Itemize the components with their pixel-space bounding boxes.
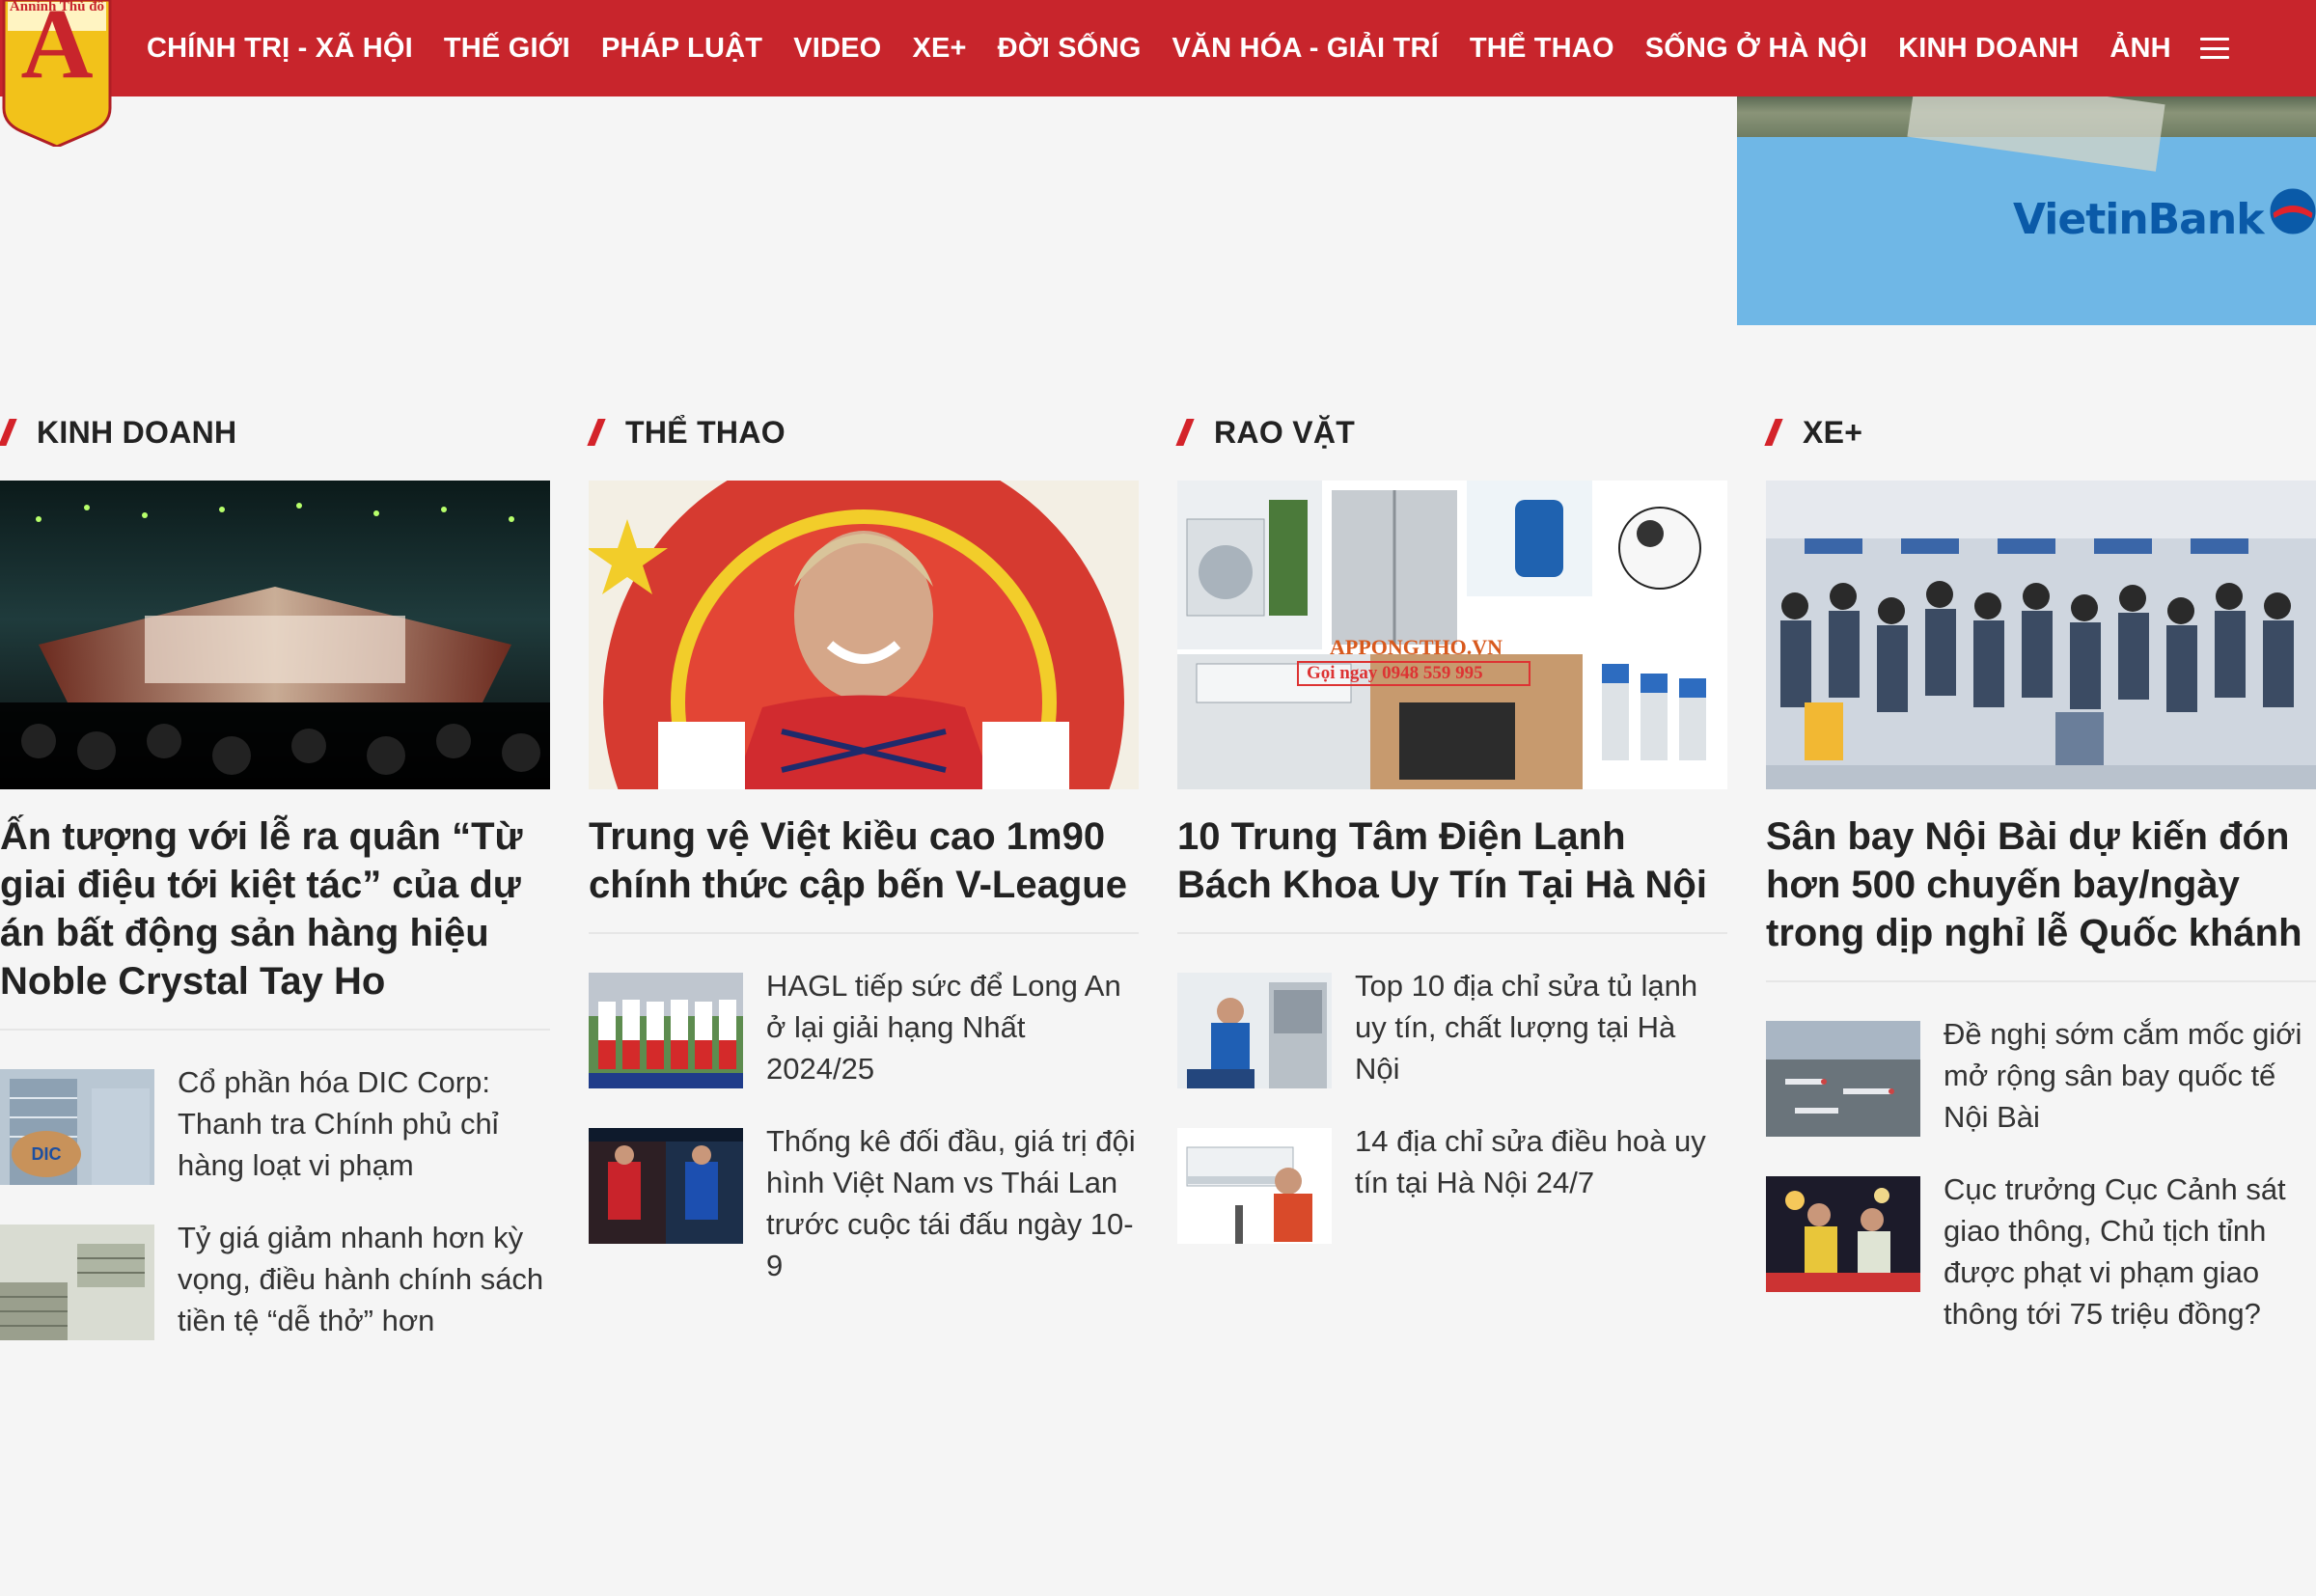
list-item-title[interactable]: Đề nghị sớm cắm mốc giới mở rộng sân bay…: [1944, 1013, 2316, 1138]
list-item[interactable]: Cục trưởng Cục Cảnh sát giao thông, Chủ …: [1766, 1172, 2316, 1335]
match-graphic-image[interactable]: [589, 1128, 743, 1244]
list-item[interactable]: Top 10 địa chỉ sửa tủ lạnh uy tín, chất …: [1177, 969, 1727, 1089]
concert-stage-image[interactable]: [0, 481, 550, 789]
section-header-rao-vat[interactable]: RAO VẶT: [1175, 405, 1727, 459]
list-item[interactable]: DIC Cổ phần hóa DIC Corp: Thanh tra Chín…: [0, 1065, 550, 1186]
lead-article-title[interactable]: Trung vệ Việt kiều cao 1m90 chính thức c…: [589, 812, 1139, 934]
team-photo-image[interactable]: [589, 973, 743, 1088]
lead-article-title[interactable]: 10 Trung Tâm Điện Lạnh Bách Khoa Uy Tín …: [1177, 812, 1727, 934]
section-header-the-thao[interactable]: THỂ THAO: [587, 405, 1139, 459]
dic-building-image[interactable]: DIC: [0, 1069, 154, 1185]
list-item-title[interactable]: Cục trưởng Cục Cảnh sát giao thông, Chủ …: [1944, 1169, 2316, 1335]
nav-item-van-hoa-giai-tri[interactable]: VĂN HÓA - GIẢI TRÍ: [1172, 33, 1438, 65]
logo-text: Anninh Thủ đô: [9, 0, 105, 14]
fridge-repair-image[interactable]: [1177, 973, 1332, 1088]
section-slash-icon: [587, 419, 606, 446]
section-title[interactable]: THỂ THAO: [625, 415, 786, 451]
nav-item-xe[interactable]: XE+: [912, 33, 966, 65]
list-item-title[interactable]: 14 địa chỉ sửa điều hoà uy tín tại Hà Nộ…: [1355, 1120, 1727, 1244]
section-slash-icon: [0, 419, 17, 446]
section-header-kinh-doanh[interactable]: KINH DOANH: [0, 405, 550, 459]
main-menu: CHÍNH TRỊ - XÃ HỘI THẾ GIỚI PHÁP LUẬT VI…: [147, 0, 2229, 96]
nav-item-video[interactable]: VIDEO: [793, 33, 881, 65]
banner-aerial-road: [1907, 96, 2165, 172]
hamburger-icon[interactable]: [2199, 38, 2229, 59]
vietinbank-emblem-icon: [2270, 188, 2316, 234]
site-logo[interactable]: A Anninh Thủ đô: [0, 0, 114, 147]
image-phone-text: Gọi ngay 0948 559 995: [1307, 663, 1483, 683]
list-item-title[interactable]: HAGL tiếp sức để Long An ở lại giải hạng…: [766, 965, 1139, 1089]
aircon-repair-image[interactable]: [1177, 1128, 1332, 1244]
column-the-thao: THỂ THAO Trung vệ Việt kiều cao 1m90 chí…: [587, 405, 1139, 1286]
section-title[interactable]: RAO VẶT: [1214, 415, 1355, 451]
section-title[interactable]: KINH DOANH: [37, 415, 236, 451]
banner-ad[interactable]: VietinBank: [1737, 96, 2316, 325]
nav-item-anh[interactable]: ẢNH: [2109, 33, 2170, 65]
list-item-title[interactable]: Cổ phần hóa DIC Corp: Thanh tra Chính ph…: [178, 1061, 550, 1186]
list-item-title[interactable]: Tỷ giá giảm nhanh hơn kỳ vọng, điều hành…: [178, 1217, 550, 1341]
banner-brand-text: VietinBank: [2013, 195, 2264, 244]
lead-article-title[interactable]: Sân bay Nội Bài dự kiến đón hơn 500 chuy…: [1766, 812, 2316, 982]
list-item[interactable]: 14 địa chỉ sửa điều hoà uy tín tại Hà Nộ…: [1177, 1124, 1727, 1244]
svg-text:A: A: [20, 0, 93, 99]
image-caption: APPONGTHO.VN: [1330, 635, 1503, 659]
footballer-portrait-image[interactable]: [589, 481, 1139, 789]
column-kinh-doanh: KINH DOANH Ấn tượng với lễ ra quân “Từ g…: [0, 405, 550, 1341]
column-rao-vat: RAO VẶT APPONGTHO.VN Gọi ngay 0948 559 9…: [1175, 405, 1727, 1244]
section-slash-icon: [1175, 419, 1195, 446]
nav-item-phap-luat[interactable]: PHÁP LUẬT: [601, 33, 762, 65]
banner-brand-logo: VietinBank: [2013, 188, 2316, 244]
appliances-collage-image[interactable]: APPONGTHO.VN Gọi ngay 0948 559 995: [1177, 481, 1727, 789]
list-item[interactable]: Đề nghị sớm cắm mốc giới mở rộng sân bay…: [1766, 1017, 2316, 1138]
airport-crowd-image[interactable]: [1766, 481, 2316, 789]
nav-item-doi-song[interactable]: ĐỜI SỐNG: [998, 33, 1142, 65]
section-header-xe[interactable]: XE+: [1764, 405, 2316, 459]
nav-item-the-gioi[interactable]: THẾ GIỚI: [444, 33, 570, 65]
top-navbar: CHÍNH TRỊ - XÃ HỘI THẾ GIỚI PHÁP LUẬT VI…: [0, 0, 2316, 96]
airport-apron-image[interactable]: [1766, 1021, 1920, 1137]
nav-item-kinh-doanh[interactable]: KINH DOANH: [1898, 33, 2079, 65]
svg-text:DIC: DIC: [32, 1144, 62, 1164]
list-item[interactable]: Thống kê đối đầu, giá trị đội hình Việt …: [589, 1124, 1139, 1286]
section-title[interactable]: XE+: [1803, 415, 1862, 451]
list-item-title[interactable]: Top 10 địa chỉ sửa tủ lạnh uy tín, chất …: [1355, 965, 1727, 1089]
lead-article-title[interactable]: Ấn tượng với lễ ra quân “Từ giai điệu tớ…: [0, 812, 550, 1031]
nav-item-song-o-ha-noi[interactable]: SỐNG Ở HÀ NỘI: [1645, 33, 1867, 65]
section-slash-icon: [1764, 419, 1783, 446]
list-item[interactable]: Tỷ giá giảm nhanh hơn kỳ vọng, điều hành…: [0, 1221, 550, 1341]
column-xe: XE+ Sân bay Nội Bài dự kiến đón hơn 500 …: [1764, 405, 2316, 1335]
nav-item-chinh-tri-xa-hoi[interactable]: CHÍNH TRỊ - XÃ HỘI: [147, 33, 413, 65]
list-item-title[interactable]: Thống kê đối đầu, giá trị đội hình Việt …: [766, 1120, 1139, 1286]
traffic-police-image[interactable]: [1766, 1176, 1920, 1292]
list-item[interactable]: HAGL tiếp sức để Long An ở lại giải hạng…: [589, 969, 1139, 1089]
money-stacks-image[interactable]: [0, 1225, 154, 1340]
nav-item-the-thao[interactable]: THỂ THAO: [1470, 33, 1614, 65]
